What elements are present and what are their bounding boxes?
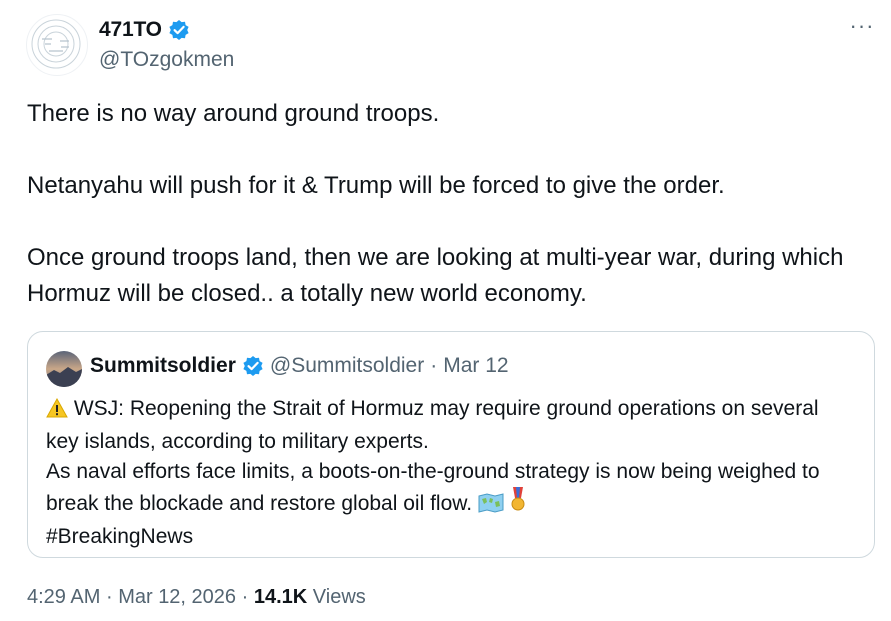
quoted-date[interactable]: Mar 12 — [443, 354, 508, 378]
views-count[interactable]: 14.1K — [254, 586, 307, 608]
quoted-line: WSJ: Reopening the Strait of Hormuz may … — [46, 394, 856, 457]
tweet-text: There is no way around ground troops. Ne… — [27, 96, 867, 312]
author-avatar[interactable] — [26, 14, 88, 76]
quoted-handle[interactable]: @Summitsoldier — [270, 354, 424, 378]
quoted-header: Summitsoldier @Summitsoldier · Mar 12 — [90, 354, 509, 378]
quoted-text: WSJ: Reopening the Strait of Hormuz may … — [46, 394, 856, 552]
separator: · — [241, 586, 249, 608]
quoted-line-text: As naval efforts face limits, a boots-on… — [46, 460, 820, 515]
quoted-tweet[interactable]: Summitsoldier @Summitsoldier · Mar 12 WS… — [27, 331, 875, 558]
quoted-line: As naval efforts face limits, a boots-on… — [46, 457, 856, 522]
tweet-paragraph: There is no way around ground troops. — [27, 100, 440, 127]
tweet-paragraph: Once ground troops land, then we are loo… — [27, 244, 844, 307]
separator: · — [430, 354, 438, 377]
separator: · — [105, 586, 113, 608]
tweet-paragraph: Netanyahu will push for it & Trump will … — [27, 172, 725, 199]
author-display-name[interactable]: 471TO — [99, 18, 162, 42]
quoted-author-avatar[interactable] — [46, 351, 82, 387]
more-options-icon[interactable]: ··· — [845, 14, 879, 38]
world-map-icon — [478, 492, 504, 522]
views-label[interactable]: Views — [313, 586, 366, 608]
quoted-display-name[interactable]: Summitsoldier — [90, 354, 236, 378]
verified-badge-icon — [242, 355, 264, 377]
verified-badge-icon — [168, 19, 190, 41]
warning-icon — [46, 397, 68, 427]
tweet-date[interactable]: Mar 12, 2026 — [118, 586, 236, 608]
author-display-name-row[interactable]: 471TO — [99, 18, 190, 42]
military-medal-icon — [510, 487, 526, 522]
tweet-footer: 4:29 AM · Mar 12, 2026 · 14.1K Views — [27, 586, 366, 609]
author-handle[interactable]: @TOzgokmen — [99, 48, 234, 72]
hashtag[interactable]: #BreakingNews — [46, 522, 856, 552]
tweet-time[interactable]: 4:29 AM — [27, 586, 100, 608]
quoted-line-text: WSJ: Reopening the Strait of Hormuz may … — [46, 397, 819, 453]
